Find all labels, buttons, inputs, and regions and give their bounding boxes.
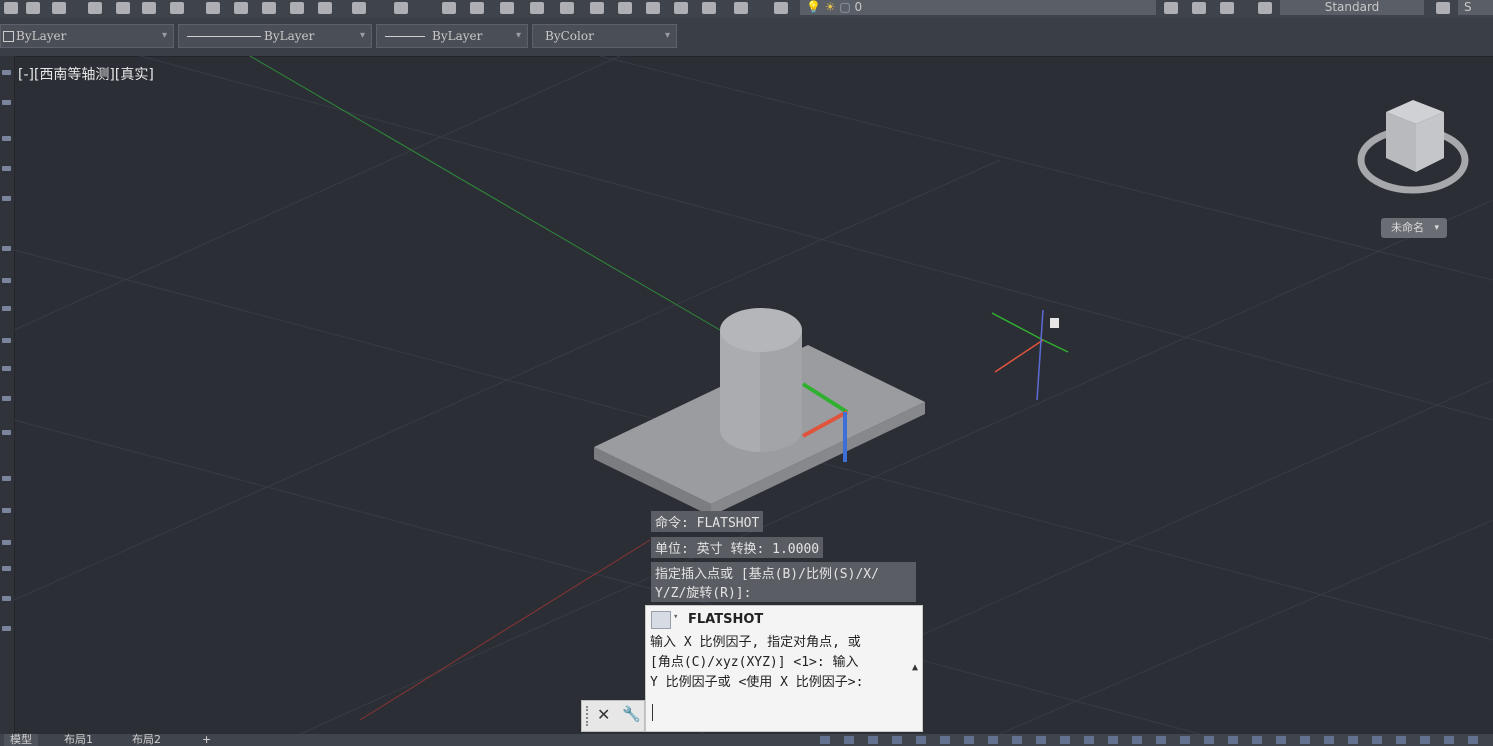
lineweight-dropdown[interactable]: ByLayer ▾ xyxy=(376,24,528,48)
print-icon[interactable] xyxy=(88,2,102,14)
chevron-down-icon: ▾ xyxy=(1434,223,1439,233)
wrench-icon[interactable]: 🔧 xyxy=(622,705,641,723)
cursor-icon xyxy=(1050,318,1059,328)
dim-style-icon[interactable] xyxy=(1436,2,1450,14)
command-icon[interactable] xyxy=(651,611,671,629)
command-name: FLATSHOT xyxy=(688,612,764,627)
tab-layout1[interactable]: 布局1 xyxy=(58,734,99,746)
viewport-controls-label[interactable]: [-][西南等轴测][真实] xyxy=(18,64,154,84)
draw-toolbar xyxy=(0,56,15,734)
new-file-icon[interactable] xyxy=(4,2,18,14)
layer-color-dropdown[interactable]: ByLayer ▾ xyxy=(0,24,174,48)
command-history-line-2: 单位: 英寸 转换: 1.0000 xyxy=(651,537,824,558)
chevron-down-icon: ▾ xyxy=(664,30,670,41)
arc-tool-icon[interactable] xyxy=(2,196,11,201)
chevron-down-icon: ▾ xyxy=(515,30,521,41)
layer-states-icon[interactable] xyxy=(1220,2,1234,14)
publish-icon[interactable] xyxy=(142,2,156,14)
zoom-previous-icon[interactable] xyxy=(530,2,544,14)
redo-icon[interactable] xyxy=(394,2,408,14)
axis-line-red xyxy=(359,539,651,721)
command-line-handle[interactable]: ✕ 🔧 xyxy=(581,700,645,732)
status-toggles[interactable] xyxy=(820,736,1480,744)
close-icon[interactable]: ✕ xyxy=(597,705,610,724)
paste-icon[interactable] xyxy=(262,2,276,14)
layer-properties-icon[interactable] xyxy=(774,2,788,14)
table-tool-icon[interactable] xyxy=(2,566,11,571)
print-preview-icon[interactable] xyxy=(116,2,130,14)
polyline-tool-icon[interactable] xyxy=(2,100,11,105)
layer-combo[interactable]: 💡 ☀ ▢ 0 xyxy=(800,0,1156,15)
linetype-preview xyxy=(187,36,261,37)
make-current-icon[interactable] xyxy=(1164,2,1178,14)
layer-freeze-icon: ☀ xyxy=(824,0,836,14)
command-input[interactable] xyxy=(650,702,916,724)
add-layout-icon[interactable]: + xyxy=(196,734,217,746)
save-icon[interactable] xyxy=(52,2,66,14)
block-editor-icon[interactable] xyxy=(318,2,332,14)
help-icon[interactable] xyxy=(734,2,748,14)
plot-style-dropdown[interactable]: ByColor ▾ xyxy=(532,24,677,48)
region-tool-icon[interactable] xyxy=(2,540,11,545)
drag-grip-icon[interactable] xyxy=(586,706,591,726)
line-tool-icon[interactable] xyxy=(2,70,11,75)
pan-icon[interactable] xyxy=(442,2,456,14)
scroll-up-icon[interactable]: ▲ xyxy=(912,662,918,673)
copy-icon[interactable] xyxy=(234,2,248,14)
match-properties-icon[interactable] xyxy=(290,2,304,14)
top-toolbar: 💡 ☀ ▢ 0 Standard S xyxy=(0,0,1493,19)
sheet-set-icon[interactable] xyxy=(646,2,660,14)
markup-icon[interactable] xyxy=(674,2,688,14)
calculator-icon[interactable] xyxy=(702,2,716,14)
layer-name: 0 xyxy=(854,0,863,14)
3d-dwf-icon[interactable] xyxy=(170,2,184,14)
named-view-dropdown[interactable]: 未命名 ▾ xyxy=(1381,218,1447,238)
zoom-window-icon[interactable] xyxy=(500,2,514,14)
undo-icon[interactable] xyxy=(352,2,366,14)
properties-toolbar: ByLayer ▾ ByLayer ▾ ByLayer ▾ ByColor ▾ xyxy=(0,18,1493,57)
insert-block-icon[interactable] xyxy=(2,366,11,371)
revision-cloud-icon[interactable] xyxy=(2,278,11,283)
visual-style-icon[interactable] xyxy=(1258,2,1272,14)
chevron-down-icon: ▾ xyxy=(161,30,167,41)
command-history-line-3: 指定插入点或 [基点(B)/比例(S)/X/ Y/Z/旋转(R)]: xyxy=(651,562,916,602)
cut-icon[interactable] xyxy=(206,2,220,14)
command-prompt: 输入 X 比例因子, 指定对角点, 或 [角点(C)/xyz(XYZ)] <1>… xyxy=(650,635,864,690)
design-center-icon[interactable] xyxy=(590,2,604,14)
lineweight-preview xyxy=(385,36,425,37)
zoom-realtime-icon[interactable] xyxy=(470,2,484,14)
chevron-down-icon[interactable]: ▾ xyxy=(673,612,678,622)
tool-palettes-icon[interactable] xyxy=(618,2,632,14)
cylinder-solid[interactable] xyxy=(720,308,802,452)
gradient-tool-icon[interactable] xyxy=(2,508,11,513)
color-swatch-icon xyxy=(3,31,14,42)
layer-on-icon: 💡 xyxy=(806,0,821,14)
status-bar: 模型 布局1 布局2 + xyxy=(0,734,1493,746)
layer-lock-icon: ▢ xyxy=(839,0,851,14)
make-block-icon[interactable] xyxy=(2,396,11,401)
polygon-tool-icon[interactable] xyxy=(2,136,11,141)
dim-style-combo[interactable]: S xyxy=(1458,0,1493,15)
hatch-tool-icon[interactable] xyxy=(2,476,11,481)
add-selected-icon[interactable] xyxy=(2,626,11,631)
tab-model[interactable]: 模型 xyxy=(4,734,38,746)
mtext-tool-icon[interactable] xyxy=(2,596,11,601)
open-file-icon[interactable] xyxy=(26,2,40,14)
command-line-panel: ▾ FLATSHOT 输入 X 比例因子, 指定对角点, 或 [角点(C)/xy… xyxy=(645,605,923,732)
ellipse-tool-icon[interactable] xyxy=(2,338,11,343)
viewcube[interactable] xyxy=(1357,100,1469,194)
tab-layout2[interactable]: 布局2 xyxy=(126,734,167,746)
text-style-combo[interactable]: Standard xyxy=(1280,0,1424,15)
properties-icon[interactable] xyxy=(560,2,574,14)
command-history-line-1: 命令: FLATSHOT xyxy=(651,511,764,532)
point-tool-icon[interactable] xyxy=(2,430,11,435)
world-axis-tripod xyxy=(991,309,1069,401)
linetype-dropdown[interactable]: ByLayer ▾ xyxy=(178,24,372,48)
circle-tool-icon[interactable] xyxy=(2,246,11,251)
spline-tool-icon[interactable] xyxy=(2,306,11,311)
layer-previous-icon[interactable] xyxy=(1192,2,1206,14)
rectangle-tool-icon[interactable] xyxy=(2,166,11,171)
chevron-down-icon: ▾ xyxy=(359,30,365,41)
text-cursor xyxy=(652,704,653,721)
